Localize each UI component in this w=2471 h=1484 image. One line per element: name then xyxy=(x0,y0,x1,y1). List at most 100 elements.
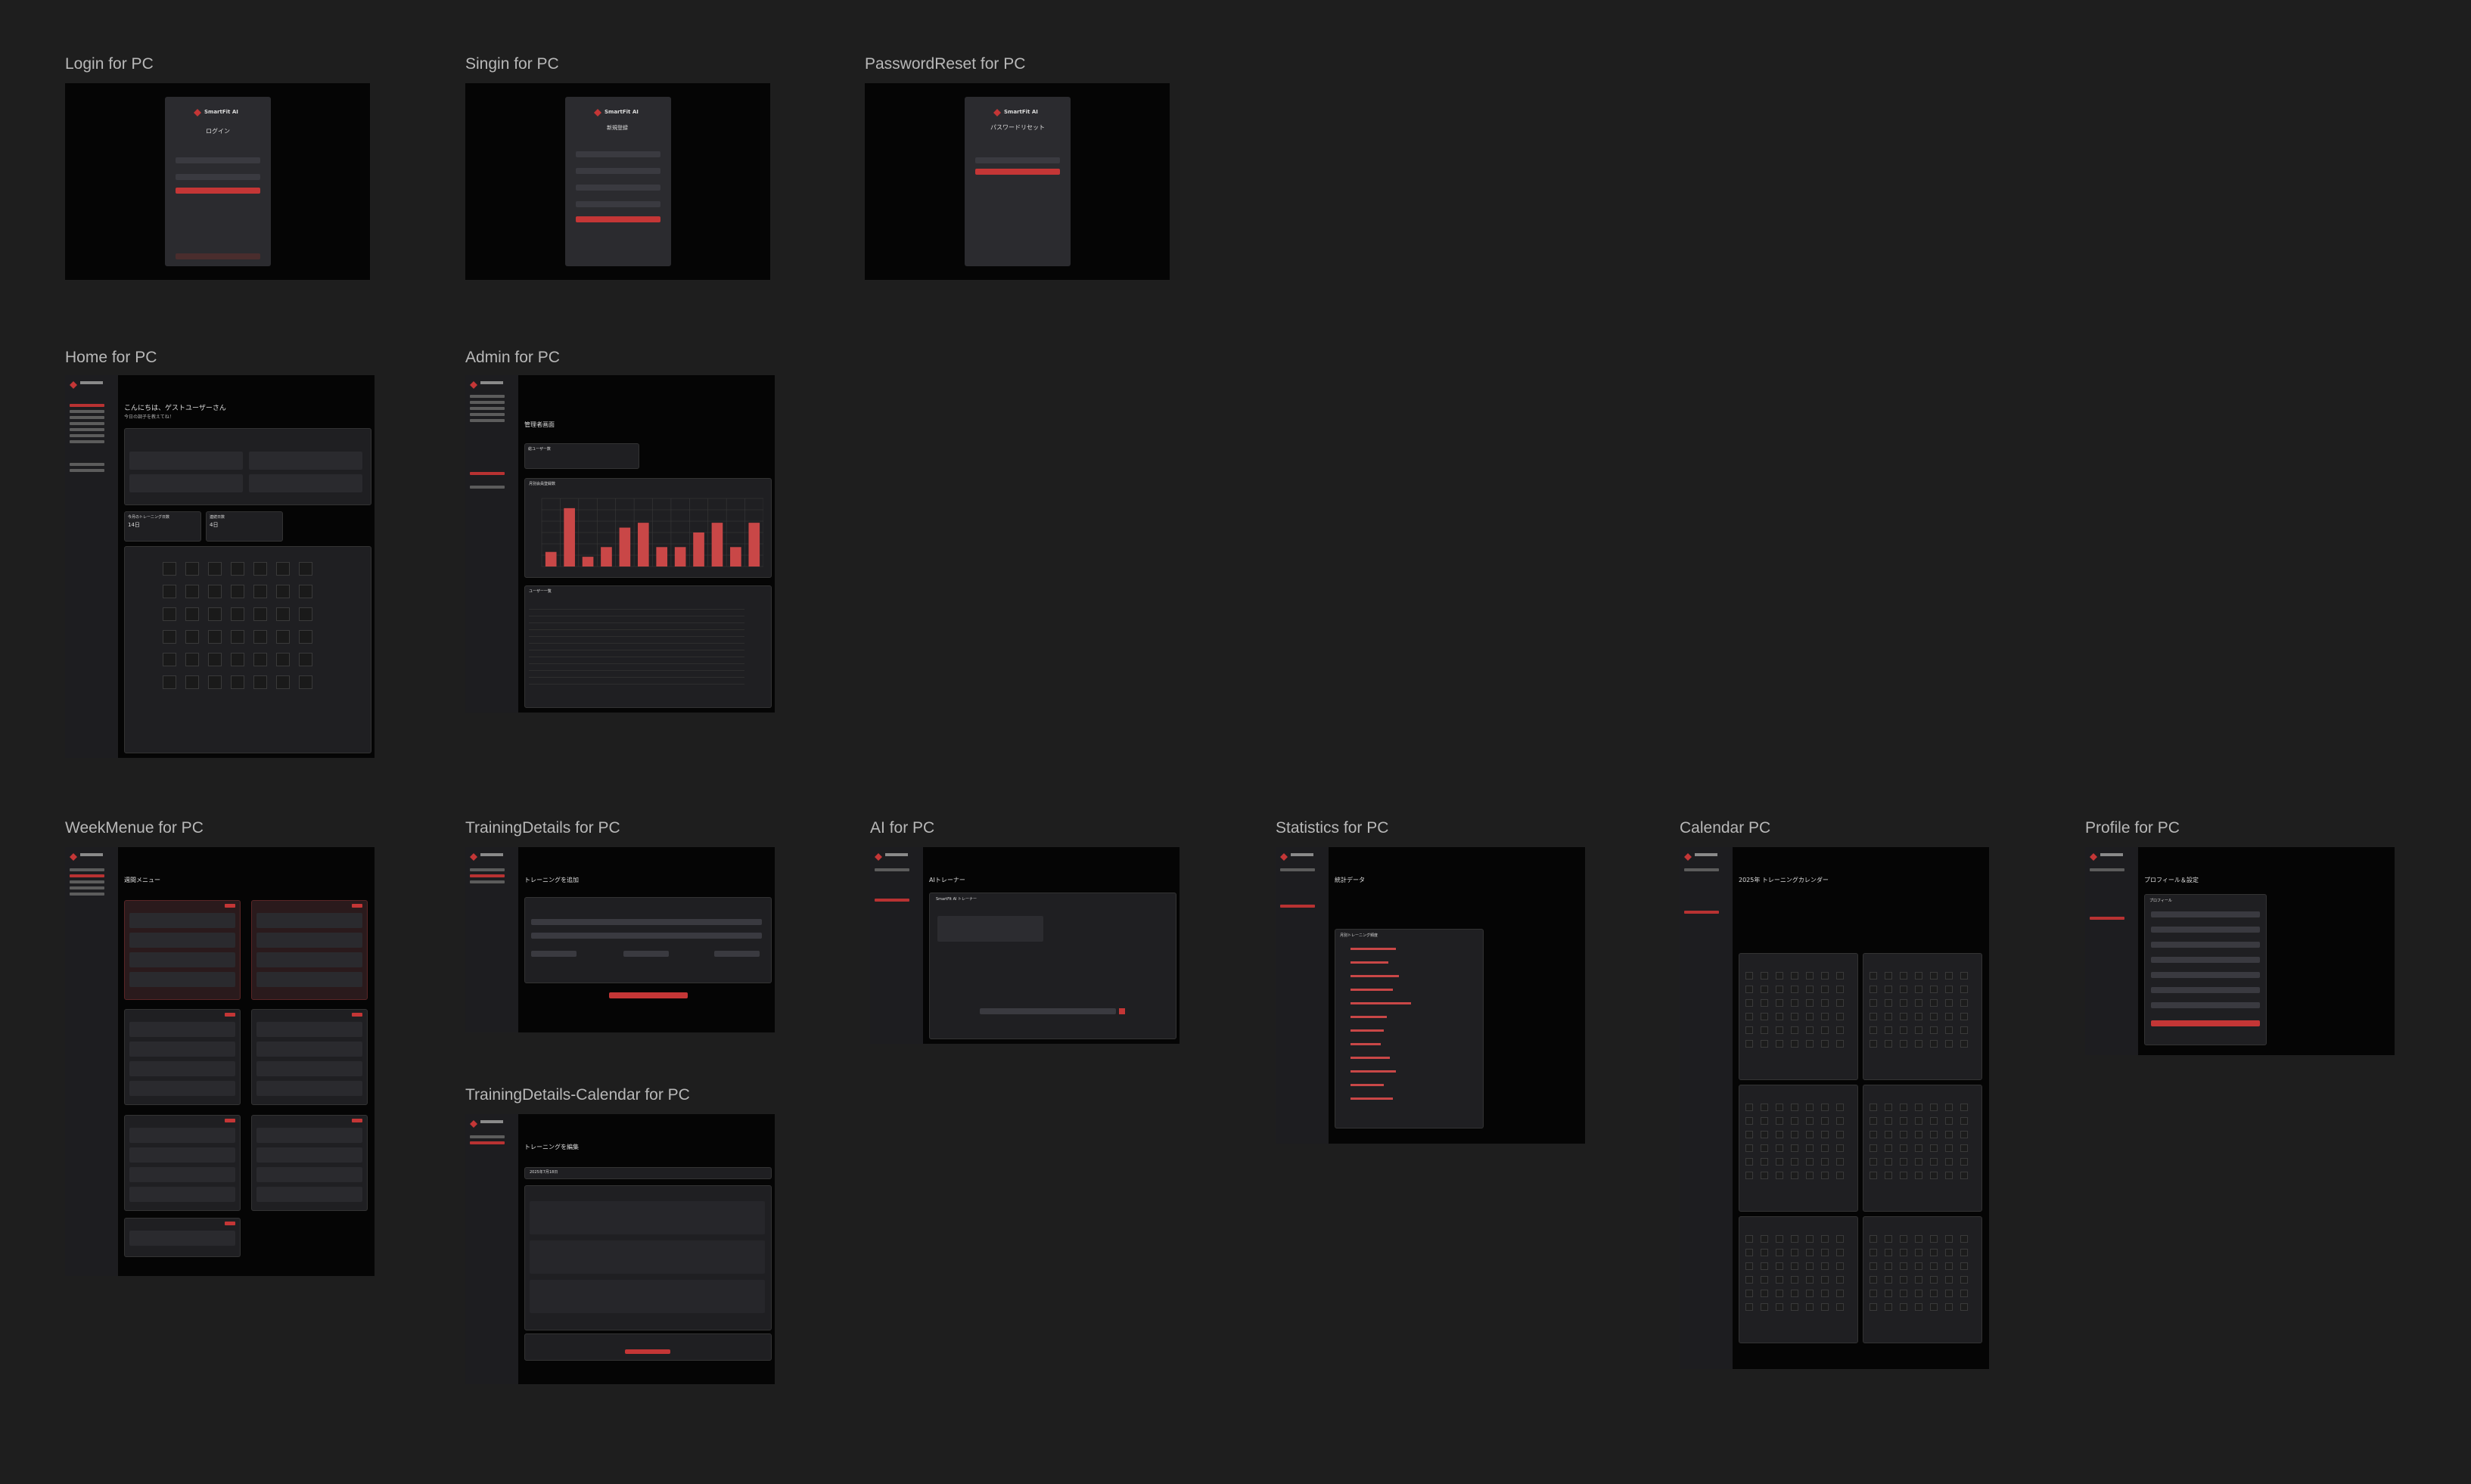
calendar-day-cell[interactable] xyxy=(299,562,312,576)
calendar-day-cell[interactable] xyxy=(1870,1040,1877,1048)
calendar-day-cell[interactable] xyxy=(1900,1262,1907,1270)
exercise-item[interactable] xyxy=(256,913,362,928)
calendar-day-cell[interactable] xyxy=(1900,999,1907,1007)
calendar-day-cell[interactable] xyxy=(1791,1262,1798,1270)
calendar-day-cell[interactable] xyxy=(1776,1276,1783,1284)
calendar-day-cell[interactable] xyxy=(1836,1104,1844,1111)
calendar-day-cell[interactable] xyxy=(1900,1290,1907,1297)
sidebar-item-statistics[interactable] xyxy=(1280,905,1315,908)
calendar-day-cell[interactable] xyxy=(1761,1040,1768,1048)
calendar-day-cell[interactable] xyxy=(1960,1131,1968,1138)
save-profile-button[interactable] xyxy=(2151,1020,2260,1026)
calendar-day-cell[interactable] xyxy=(1806,1235,1814,1243)
calendar-day-cell[interactable] xyxy=(1870,1117,1877,1125)
calendar-day-cell[interactable] xyxy=(1836,1235,1844,1243)
calendar-day-cell[interactable] xyxy=(1745,1131,1753,1138)
calendar-day-cell[interactable] xyxy=(163,630,176,644)
calendar-day-cell[interactable] xyxy=(1836,1026,1844,1034)
calendar-day-cell[interactable] xyxy=(1885,1290,1892,1297)
calendar-day-cell[interactable] xyxy=(1930,1117,1938,1125)
calendar-day-cell[interactable] xyxy=(1761,972,1768,980)
calendar-day-cell[interactable] xyxy=(1806,1026,1814,1034)
calendar-day-cell[interactable] xyxy=(299,630,312,644)
sidebar-item-calendar[interactable] xyxy=(70,886,104,889)
sidebar-item-dashboard[interactable] xyxy=(70,868,104,871)
calendar-day-cell[interactable] xyxy=(1870,1249,1877,1256)
calendar-day-cell[interactable] xyxy=(208,607,222,621)
calendar-day-cell[interactable] xyxy=(1806,1262,1814,1270)
calendar-day-cell[interactable] xyxy=(231,653,244,666)
calendar-day-cell[interactable] xyxy=(1776,1144,1783,1152)
sidebar-item-ai[interactable] xyxy=(70,434,104,437)
calendar-day-cell[interactable] xyxy=(231,585,244,598)
exercise-item[interactable] xyxy=(256,1128,362,1143)
exercise-item[interactable] xyxy=(129,972,235,987)
email-field[interactable] xyxy=(975,157,1060,163)
calendar-day-cell[interactable] xyxy=(1776,1158,1783,1166)
calendar-day-cell[interactable] xyxy=(1745,986,1753,993)
calendar-day-cell[interactable] xyxy=(1960,1040,1968,1048)
calendar-day-cell[interactable] xyxy=(231,630,244,644)
calendar-day-cell[interactable] xyxy=(1836,1013,1844,1020)
day-card[interactable] xyxy=(251,1115,368,1211)
calendar-day-cell[interactable] xyxy=(1885,1235,1892,1243)
calendar-day-cell[interactable] xyxy=(1745,1249,1753,1256)
sidebar-item-week-menu[interactable] xyxy=(70,874,104,877)
calendar-day-cell[interactable] xyxy=(1960,999,1968,1007)
calendar-day-cell[interactable] xyxy=(1870,986,1877,993)
calendar-day-cell[interactable] xyxy=(1885,1104,1892,1111)
calendar-day-cell[interactable] xyxy=(1930,1158,1938,1166)
calendar-day-cell[interactable] xyxy=(163,653,176,666)
sidebar-item-calendar[interactable] xyxy=(470,880,505,883)
sidebar-item-ai[interactable] xyxy=(875,899,909,902)
calendar-day-cell[interactable] xyxy=(1885,1172,1892,1179)
calendar-day-cell[interactable] xyxy=(1806,1144,1814,1152)
calendar-day-cell[interactable] xyxy=(185,675,199,689)
calendar-day-cell[interactable] xyxy=(1821,986,1829,993)
calendar-day-cell[interactable] xyxy=(1821,1262,1829,1270)
sidebar-item-dashboard[interactable] xyxy=(470,1135,505,1138)
exercise-item[interactable] xyxy=(256,1061,362,1076)
calendar-day-cell[interactable] xyxy=(1821,1040,1829,1048)
calendar-day-cell[interactable] xyxy=(1776,1117,1783,1125)
calendar-day-cell[interactable] xyxy=(1945,1013,1953,1020)
calendar-day-cell[interactable] xyxy=(1821,1276,1829,1284)
calendar-day-cell[interactable] xyxy=(1791,1235,1798,1243)
calendar-day-cell[interactable] xyxy=(1836,1249,1844,1256)
sidebar-item-training[interactable] xyxy=(470,407,505,410)
calendar-day-cell[interactable] xyxy=(1745,972,1753,980)
calendar-day-cell[interactable] xyxy=(1915,986,1922,993)
sidebar-item-profile[interactable] xyxy=(2090,917,2124,920)
sidebar-item-week-menu[interactable] xyxy=(70,410,104,413)
calendar-day-cell[interactable] xyxy=(1776,1172,1783,1179)
calendar-day-cell[interactable] xyxy=(1915,972,1922,980)
calendar-day-cell[interactable] xyxy=(1821,1104,1829,1111)
calendar-day-cell[interactable] xyxy=(1930,1290,1938,1297)
chat-input[interactable] xyxy=(980,1008,1116,1014)
calendar-day-cell[interactable] xyxy=(1930,1235,1938,1243)
password-field[interactable] xyxy=(576,185,660,191)
calendar-day-cell[interactable] xyxy=(1821,1158,1829,1166)
sidebar-item-dashboard[interactable] xyxy=(70,404,104,407)
calendar-day-cell[interactable] xyxy=(1945,1026,1953,1034)
calendar-day-cell[interactable] xyxy=(1870,1235,1877,1243)
goal-field[interactable] xyxy=(2151,987,2260,993)
calendar-day-cell[interactable] xyxy=(1870,1262,1877,1270)
calendar-day-cell[interactable] xyxy=(1885,1249,1892,1256)
calendar-day-cell[interactable] xyxy=(1761,1276,1768,1284)
login-button[interactable] xyxy=(176,188,260,194)
calendar-day-cell[interactable] xyxy=(1821,1303,1829,1311)
exercise-item[interactable] xyxy=(129,1081,235,1096)
calendar-day-cell[interactable] xyxy=(1915,1262,1922,1270)
calendar-day-cell[interactable] xyxy=(1821,1249,1829,1256)
calendar-day-cell[interactable] xyxy=(1930,1104,1938,1111)
calendar-day-cell[interactable] xyxy=(1836,1158,1844,1166)
calendar-day-cell[interactable] xyxy=(1960,1290,1968,1297)
calendar-day-cell[interactable] xyxy=(1870,972,1877,980)
calendar-day-cell[interactable] xyxy=(1821,1117,1829,1125)
calendar-day-cell[interactable] xyxy=(1791,1013,1798,1020)
calendar-day-cell[interactable] xyxy=(185,585,199,598)
calendar-day-cell[interactable] xyxy=(1791,1158,1798,1166)
calendar-day-cell[interactable] xyxy=(1915,1249,1922,1256)
calendar-day-cell[interactable] xyxy=(299,585,312,598)
